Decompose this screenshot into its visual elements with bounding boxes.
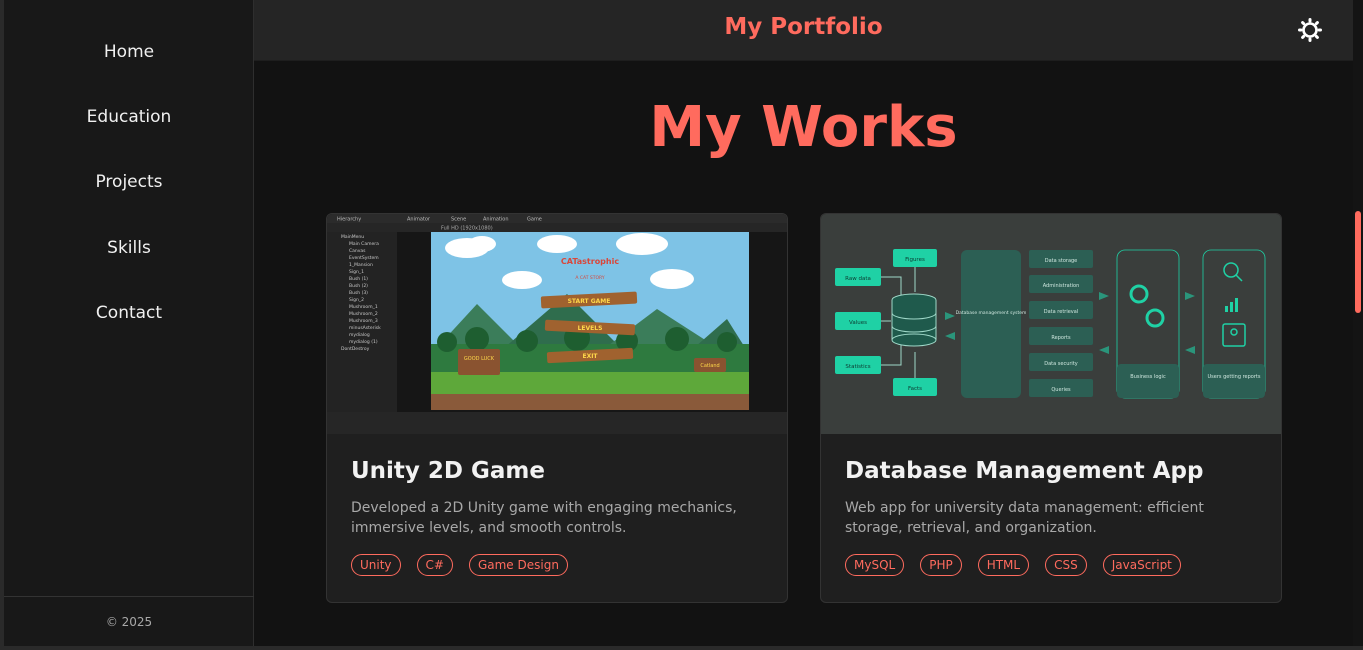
tag-mysql: MySQL — [845, 554, 905, 576]
hierarchy-item: minusAsterisk — [349, 325, 381, 331]
scrollbar-thumb[interactable] — [1355, 211, 1361, 313]
users-label: Users getting reports — [1208, 374, 1261, 380]
menu-start: START GAME — [568, 298, 611, 305]
sidebar-item-contact[interactable]: Contact — [4, 303, 254, 323]
hierarchy-item: MainMenu — [341, 234, 364, 240]
tag-csharp: C# — [416, 554, 453, 576]
hierarchy-item: Mushroom_3 — [349, 318, 378, 324]
hierarchy-item: mydialog (1) — [349, 339, 378, 345]
top-bar: My Portfolio — [254, 0, 1353, 61]
hierarchy-item: mydialog — [349, 332, 370, 338]
fn-queries: Queries — [1051, 387, 1071, 393]
hierarchy-item: DontDestroy — [341, 346, 370, 352]
sun-icon — [1298, 18, 1322, 42]
tag-unity: Unity — [351, 554, 401, 576]
tag-css: CSS — [1045, 554, 1087, 576]
input-values: Values — [849, 320, 867, 326]
fn-administration: Administration — [1043, 283, 1080, 289]
box-figures: Figures — [905, 257, 925, 263]
project-description: Developed a 2D Unity game with engaging … — [351, 500, 737, 536]
sidebar: Home Education Projects Skills Contact ©… — [0, 0, 254, 646]
editor-tab-hierarchy: Hierarchy — [337, 217, 361, 223]
hierarchy-item: Bush (2) — [349, 283, 368, 289]
sign-catland: Catland — [700, 363, 719, 369]
project-title: Unity 2D Game — [351, 458, 545, 484]
sidebar-item-home[interactable]: Home — [4, 42, 254, 62]
editor-tab-animator: Animator — [407, 217, 431, 223]
hierarchy-item: Bush (3) — [349, 290, 368, 296]
site-title[interactable]: My Portfolio — [254, 14, 1353, 40]
fn-data-retrieval: Data retrieval — [1044, 309, 1078, 315]
fn-reports: Reports — [1051, 335, 1071, 341]
resolution-dropdown: Full HD (1920x1080) — [441, 226, 493, 232]
sign-good-luck: GOOD LUCK — [464, 356, 495, 362]
section-title: My Works — [649, 95, 958, 160]
hierarchy-item: Mushroom_2 — [349, 311, 378, 317]
box-facts: Facts — [908, 386, 922, 392]
editor-tab-game: Game — [527, 217, 542, 223]
works-section: My Works Hierarchy Scene Animator Animat… — [254, 61, 1353, 646]
hierarchy-item: Sign_2 — [349, 297, 364, 303]
unity-game-screenshot: Hierarchy Scene Animator Animation Game … — [327, 214, 787, 434]
dbms-label: Database management system — [956, 310, 1027, 316]
window-edge — [0, 646, 1363, 650]
sidebar-item-projects[interactable]: Projects — [4, 172, 254, 192]
input-statistics: Statistics — [845, 364, 870, 370]
fn-data-storage: Data storage — [1045, 258, 1078, 264]
hierarchy-item: Canvas — [349, 248, 366, 254]
page-scrollbar[interactable] — [1353, 0, 1363, 650]
tag-list: MySQL PHP HTML CSS JavaScript — [845, 554, 1181, 576]
fn-data-security: Data security — [1044, 361, 1078, 367]
tag-php: PHP — [920, 554, 962, 576]
menu-levels: LEVELS — [578, 325, 603, 332]
project-card-unity[interactable]: Hierarchy Scene Animator Animation Game … — [326, 213, 788, 603]
tag-game-design: Game Design — [468, 554, 568, 576]
hierarchy-item: Mushroom_1 — [349, 304, 378, 310]
sidebar-item-skills[interactable]: Skills — [4, 238, 254, 258]
tag-javascript: JavaScript — [1102, 554, 1181, 576]
editor-tab-animation: Animation — [483, 217, 509, 223]
tag-html: HTML — [977, 554, 1030, 576]
hierarchy-item: EventSystem — [349, 255, 379, 261]
menu-exit: EXIT — [582, 353, 598, 360]
tag-list: Unity C# Game Design — [351, 554, 568, 576]
project-title: Database Management App — [845, 458, 1204, 484]
hierarchy-item: 1_Mansion — [349, 262, 373, 268]
game-subtitle: A CAT STORY — [575, 275, 605, 281]
input-raw-data: Raw data — [845, 276, 871, 282]
hierarchy-item: Bush (1) — [349, 276, 368, 282]
project-description: Web app for university data management: … — [845, 500, 1204, 536]
hierarchy-item: Sign_1 — [349, 269, 364, 275]
editor-tab-scene: Scene — [451, 217, 466, 223]
copyright: © 2025 — [4, 596, 254, 646]
game-title: CATastrophic — [561, 257, 619, 266]
theme-toggle-button[interactable] — [1297, 17, 1323, 43]
sidebar-item-education[interactable]: Education — [4, 107, 254, 127]
database-diagram: Raw data Values Statistics Figures Facts… — [821, 214, 1281, 434]
business-logic-label: Business logic — [1130, 374, 1166, 380]
project-card-database[interactable]: Raw data Values Statistics Figures Facts… — [820, 213, 1282, 603]
hierarchy-item: Main Camera — [349, 241, 379, 247]
